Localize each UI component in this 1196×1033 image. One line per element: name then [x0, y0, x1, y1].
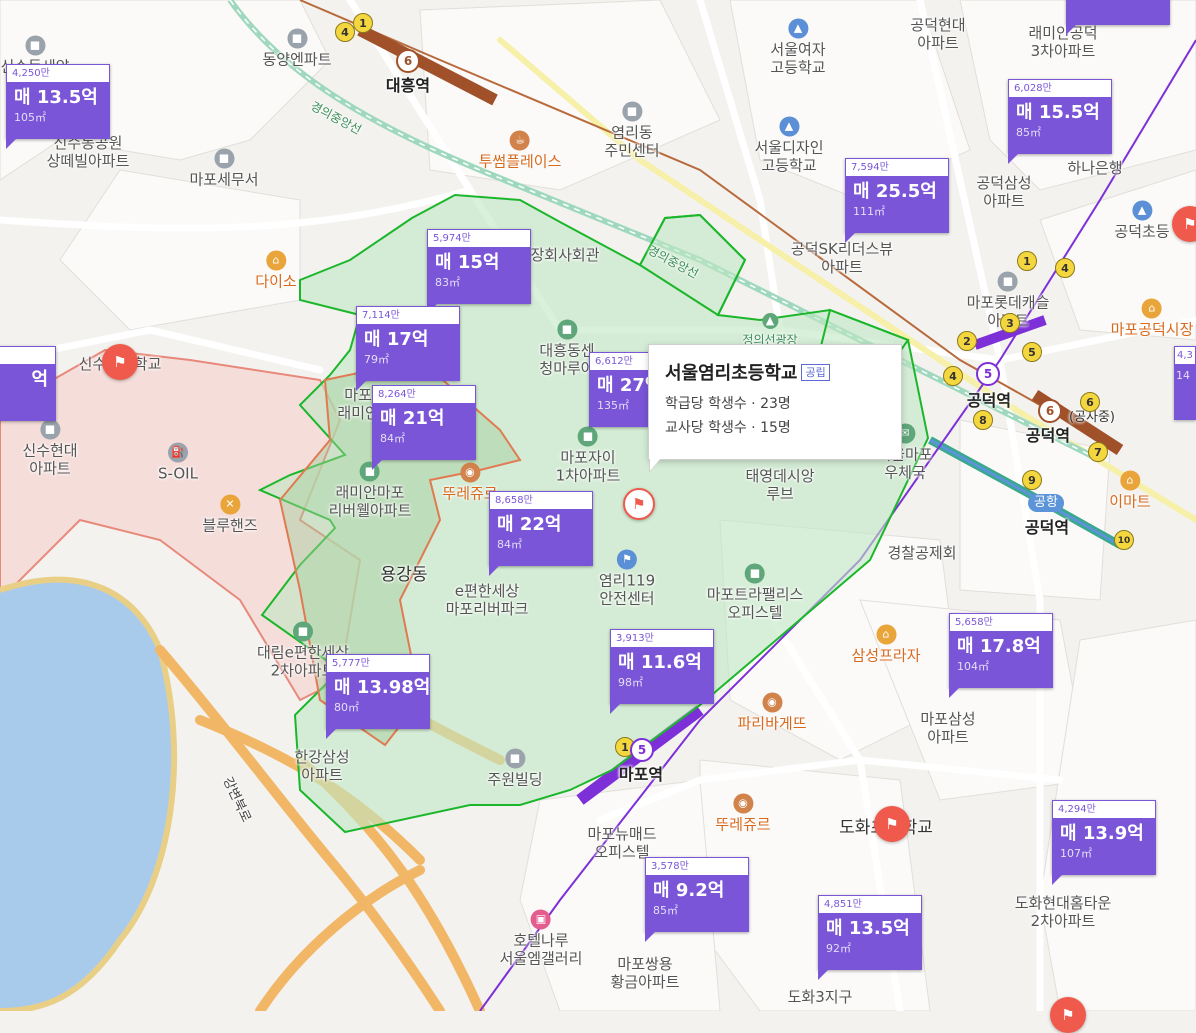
- price-marker[interactable]: 6,028만 매 15.5억 85㎡: [1008, 79, 1112, 164]
- place-label[interactable]: 도화현대홈타운 2차아파트: [1015, 894, 1112, 930]
- price-marker[interactable]: 5,777만 매 13.98억 80㎡: [326, 654, 430, 739]
- station-label[interactable]: 공덕역: [1025, 519, 1069, 537]
- station-label[interactable]: 마포역: [619, 766, 663, 784]
- selected-school-icon[interactable]: ⚑: [623, 488, 655, 520]
- place-label[interactable]: ■ 신수현대 아파트: [22, 419, 78, 478]
- place-label[interactable]: ◉ 뚜레쥬르: [715, 793, 771, 834]
- station-line-badge: 3: [1000, 313, 1020, 333]
- place-label[interactable]: ■ 래미안마포 리버웰아파트: [329, 461, 411, 520]
- price-marker[interactable]: 5,974만 매 15억 83㎡: [427, 229, 531, 314]
- place-label[interactable]: ▲ 공덕초등: [1114, 200, 1170, 241]
- place-label[interactable]: ■ 주원빌딩: [487, 748, 543, 789]
- place-label[interactable]: 하나은행: [1067, 159, 1122, 177]
- place-label[interactable]: 공덕SK리더스뷰 아파트: [791, 240, 893, 276]
- place-label[interactable]: ▲ 서울디자인 고등학교: [754, 116, 824, 175]
- place-label[interactable]: 신수동공원 상떼빌아파트: [47, 134, 130, 170]
- price-marker[interactable]: 4,250만 매 13.5억 105㎡: [6, 64, 110, 149]
- place-label[interactable]: ⌂ 다이소: [255, 250, 297, 291]
- place-label[interactable]: ▣ 호텔나루 서울엠갤러리: [500, 909, 582, 968]
- place-label[interactable]: ■ 동양엔파트: [262, 28, 332, 69]
- school-type-badge: 공립: [801, 364, 830, 381]
- place-label[interactable]: 공덕삼성 아파트: [976, 174, 1031, 210]
- station-line-badge: 5: [630, 738, 654, 762]
- place-label[interactable]: 한강삼성 아파트: [294, 748, 349, 784]
- place-label[interactable]: ☕ 투썸플레이스: [479, 130, 561, 171]
- price-marker[interactable]: [1066, 0, 1170, 35]
- price-marker[interactable]: 7,594만 매 25.5억 111㎡: [845, 158, 949, 243]
- price-marker[interactable]: 3,578만 매 9.2억 85㎡: [645, 857, 749, 942]
- place-label[interactable]: ⚑ 염리119 안전센터: [599, 549, 655, 608]
- station-line-badge: 1: [1017, 251, 1037, 271]
- place-label[interactable]: 래미안공덕 3차아파트: [1028, 24, 1097, 60]
- school-icon[interactable]: ⚑: [1050, 997, 1086, 1033]
- price-marker[interactable]: 4,851만 매 13.5억 92㎡: [818, 895, 922, 980]
- place-label[interactable]: ■ 마포세무서: [189, 148, 259, 189]
- price-marker[interactable]: 7,114만 매 17억 79㎡: [356, 306, 460, 391]
- place-label[interactable]: ✕ 블루핸즈: [202, 494, 258, 535]
- place-label[interactable]: ⌂ 이마트: [1109, 470, 1151, 511]
- place-label[interactable]: 경찰공제회: [887, 544, 956, 562]
- station-line-badge: 6: [1038, 399, 1062, 423]
- place-label[interactable]: ■ 마포트라팰리스 오피스텔: [707, 563, 803, 622]
- school-icon[interactable]: ⚑: [102, 344, 138, 380]
- school-name: 서울염리초등학교: [665, 363, 798, 384]
- place-label[interactable]: 마포뉴매드 오피스텔: [587, 825, 656, 861]
- station-line-badge: 5: [1022, 342, 1042, 362]
- station-line-badge: 1: [353, 13, 373, 33]
- price-marker[interactable]: 억: [0, 346, 56, 421]
- station-line-badge: 8: [973, 410, 993, 430]
- station-label[interactable]: 공덕역: [1026, 427, 1070, 445]
- station-line-badge: 9: [1022, 470, 1042, 490]
- students-per-teacher: 교사당 학생수 · 15명: [665, 420, 791, 436]
- station-line-badge: 4: [943, 366, 963, 386]
- school-icon[interactable]: ⚑: [874, 806, 910, 842]
- place-label[interactable]: 공덕현대 아파트: [910, 16, 965, 52]
- place-label[interactable]: ▲ 서울여자 고등학교: [770, 18, 826, 77]
- school-info-popup[interactable]: 서울염리초등학교 공립 학급당 학생수 · 23명 교사당 학생수 · 15명: [648, 344, 902, 473]
- place-label[interactable]: ⌂ 삼성프라자: [851, 624, 921, 665]
- place-label[interactable]: ⛽ S-OIL: [158, 442, 198, 483]
- students-per-class: 학급당 학생수 · 23명: [665, 396, 791, 412]
- station-line-badge: 4: [1055, 258, 1075, 278]
- place-label[interactable]: ◉ 파리바게뜨: [737, 692, 807, 733]
- place-label[interactable]: 마포쌍용 황금아파트: [610, 955, 679, 991]
- price-marker[interactable]: 4,3 14: [1174, 346, 1196, 420]
- place-label[interactable]: e편한세상 마포리버파크: [446, 582, 529, 618]
- station-line-badge: 4: [335, 22, 355, 42]
- place-label[interactable]: 도화3지구: [788, 988, 853, 1006]
- station-label[interactable]: 대흥역: [386, 77, 430, 95]
- station-line-badge: 5: [976, 362, 1000, 386]
- place-label[interactable]: 마포삼성 아파트: [920, 710, 975, 746]
- price-marker[interactable]: 6,612만매 27억135㎡: [589, 352, 649, 427]
- price-marker[interactable]: 8,658만 매 22억 84㎡: [489, 491, 593, 576]
- price-marker[interactable]: 4,294만 매 13.9억 107㎡: [1052, 800, 1156, 885]
- place-label[interactable]: ■ 대흥동센 청마루아: [539, 319, 595, 378]
- station-line-badge: 6: [396, 49, 420, 73]
- station-line-badge: 10: [1114, 530, 1134, 550]
- place-label[interactable]: ■ 염리동 주민센터: [604, 101, 660, 160]
- airport-badge: 공항: [1028, 494, 1064, 512]
- district-label: 용강동: [380, 565, 428, 585]
- station-line-badge: 7: [1088, 442, 1108, 462]
- station-line-badge: 6: [1080, 392, 1100, 412]
- place-label[interactable]: ■ 마포자이 1차아파트: [556, 426, 620, 485]
- price-marker[interactable]: 8,264만 매 21억 84㎡: [372, 385, 476, 470]
- place-label[interactable]: ⌂ 마포공덕시장: [1111, 298, 1193, 339]
- price-marker[interactable]: 5,658만 매 17.8억 104㎡: [949, 613, 1053, 698]
- place-label[interactable]: 태영데시앙 루브: [745, 467, 814, 503]
- station-line-badge: 2: [957, 331, 977, 351]
- price-marker[interactable]: 3,913만 매 11.6억 98㎡: [610, 629, 714, 714]
- place-label[interactable]: 장회사회관: [530, 246, 599, 264]
- station-label[interactable]: 공덕역: [967, 392, 1011, 410]
